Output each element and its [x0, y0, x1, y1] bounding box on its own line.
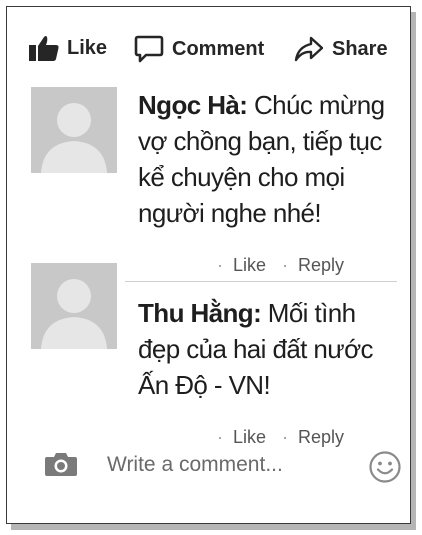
comment-composer: Write a comment... — [7, 447, 410, 487]
comment-author[interactable]: Thu Hằng: — [138, 298, 262, 328]
share-label: Share — [332, 37, 388, 60]
speech-bubble-icon — [134, 35, 164, 63]
meta-separator: · — [282, 255, 289, 275]
comment-like-link[interactable]: Like — [233, 255, 266, 276]
camera-icon[interactable] — [44, 451, 78, 482]
comment-body: Thu Hằng: Mối tình đẹp của hai đất nước … — [138, 295, 388, 403]
smiley-icon[interactable] — [368, 450, 402, 489]
divider — [125, 281, 397, 282]
meta-separator: · — [282, 427, 289, 447]
comment-like-link[interactable]: Like — [233, 427, 266, 448]
share-arrow-icon — [294, 35, 324, 63]
meta-separator: · — [217, 427, 223, 447]
comment-body: Ngọc Hà: Chúc mừng vợ chồng bạn, tiếp tụ… — [138, 87, 388, 231]
comment-input[interactable]: Write a comment... — [107, 453, 283, 477]
comment-reply-link[interactable]: Reply — [298, 427, 344, 448]
comment-reply-link[interactable]: Reply — [298, 255, 344, 276]
action-bar: Like Comment Share — [7, 35, 410, 75]
comment-meta: · Like · Reply — [217, 255, 344, 276]
comment-meta: · Like · Reply — [217, 427, 344, 448]
post-card: Like Comment Share Ngọc Hà: Chúc mừng vợ… — [6, 6, 411, 524]
like-label: Like — [67, 36, 108, 59]
avatar[interactable] — [31, 87, 117, 173]
share-button[interactable]: Share — [294, 35, 388, 63]
avatar[interactable] — [31, 263, 117, 349]
thumbs-up-icon — [29, 35, 59, 61]
like-button[interactable]: Like — [29, 35, 107, 61]
comment-label: Comment — [172, 37, 265, 60]
comment-author[interactable]: Ngọc Hà: — [138, 90, 248, 120]
comment-button[interactable]: Comment — [134, 35, 264, 63]
meta-separator: · — [217, 255, 223, 275]
